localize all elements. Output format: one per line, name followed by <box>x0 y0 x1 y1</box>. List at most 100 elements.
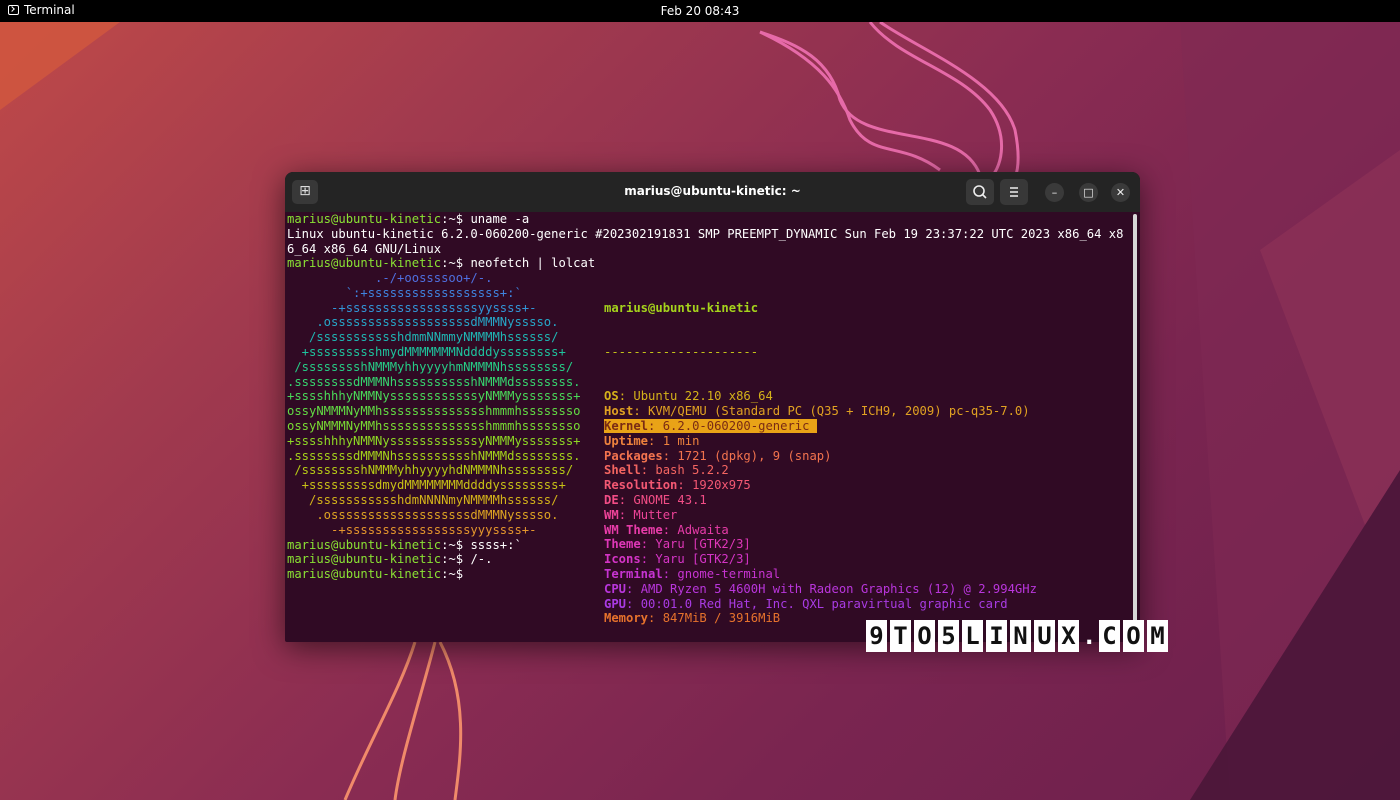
close-button[interactable]: ✕ <box>1111 183 1130 202</box>
maximize-button[interactable]: □ <box>1079 183 1098 202</box>
command: /-. <box>470 552 493 567</box>
logo-line: -+sssssssssssssssssyyyssss+- <box>287 522 537 537</box>
info-row: Theme: Yaru [GTK2/3] <box>604 537 751 551</box>
logo-line: `:+ssssssssssssssssss+:` <box>287 285 522 300</box>
info-line: DE: GNOME 43.1 <box>604 493 1037 508</box>
info-label: Host <box>604 404 634 419</box>
tail-lines: marius@ubuntu-kinetic:~$ ssss+:` marius@… <box>287 538 522 582</box>
logo-line: /ssssssssssshdmNNNNmyNMMMMhssssss/ <box>287 492 559 507</box>
watermark-char: M <box>1147 620 1168 652</box>
info-row: Shell: bash 5.2.2 <box>604 463 729 477</box>
info-label: CPU <box>604 581 627 596</box>
prompt-user: marius@ubuntu-kinetic <box>287 567 442 582</box>
logo-line: +sssshhhyNMMNyssssssssssssyNMMMysssssss+ <box>287 433 581 448</box>
info-label: Theme <box>604 537 641 552</box>
logo-line: /ssssssssssshdmmNNmmyNMMMMhssssss/ <box>287 330 559 345</box>
info-colon: : <box>640 552 656 567</box>
info-row: Terminal: gnome-terminal <box>604 567 780 581</box>
watermark-logo: 9TO5LINUX.COM <box>866 620 1168 652</box>
watermark-char: C <box>1099 620 1120 652</box>
info-value: Yaru [GTK2/3] <box>655 552 751 567</box>
info-label: OS <box>604 389 619 404</box>
logo-line: +ssssssssshmydMMMMMMMNddddyssssssss+ <box>287 344 566 359</box>
prompt-separator: :~$ <box>441 256 471 271</box>
info-value: 847MiB / 3916MiB <box>662 611 781 626</box>
info-label: Terminal <box>604 566 663 581</box>
clock[interactable]: Feb 20 08:43 <box>0 4 1400 18</box>
info-value: 00:01.0 Red Hat, Inc. QXL paravirtual gr… <box>640 596 1008 611</box>
info-colon: : <box>677 478 693 493</box>
logo-line: -+ssssssssssssssssssyyssss+- <box>287 300 537 315</box>
terminal-line: marius@ubuntu-kinetic:~$ neofetch | lolc… <box>287 256 1127 271</box>
info-row: WM Theme: Adwaita <box>604 523 729 537</box>
info-row: Memory: 847MiB / 3916MiB <box>604 611 780 625</box>
command: uname -a <box>470 212 530 226</box>
info-colon: : <box>640 537 656 552</box>
scrollbar[interactable] <box>1133 214 1137 634</box>
header-bar: ⊞ marius@ubuntu-kinetic: ~ – □ ✕ <box>285 172 1140 212</box>
info-row: Packages: 1721 (dpkg), 9 (snap) <box>604 449 831 463</box>
info-line: CPU: AMD Ryzen 5 4600H with Radeon Graph… <box>604 582 1037 597</box>
info-colon: : <box>633 404 649 419</box>
command: neofetch | lolcat <box>470 256 596 271</box>
info-label: Resolution <box>604 478 678 493</box>
prompt-user: marius@ubuntu-kinetic <box>287 552 442 567</box>
menu-button[interactable] <box>1000 179 1028 205</box>
info-colon: : <box>618 507 634 522</box>
watermark-char: U <box>1034 620 1055 652</box>
top-bar: Terminal Feb 20 08:43 <box>0 0 1400 22</box>
info-value: 1920x975 <box>692 478 751 493</box>
info-colon: : <box>648 433 663 448</box>
logo-line: .ssssssssdMMMNhsssssssssshNMMMdssssssss. <box>287 448 581 463</box>
info-colon: : <box>662 566 678 581</box>
info-label: Icons <box>604 552 641 567</box>
terminal-line: marius@ubuntu-kinetic:~$ uname -a <box>287 212 1127 227</box>
info-line: WM Theme: Adwaita <box>604 523 1037 538</box>
info-colon: : <box>618 492 634 507</box>
info-colon: : <box>626 596 641 611</box>
prompt-separator: :~$ <box>441 567 471 582</box>
info-line: Theme: Yaru [GTK2/3] <box>604 537 1037 552</box>
search-icon <box>973 185 987 199</box>
hamburger-menu-icon <box>1010 187 1018 197</box>
terminal-line: marius@ubuntu-kinetic:~$ /-. <box>287 552 522 567</box>
terminal-output[interactable]: marius@ubuntu-kinetic:~$ uname -a Linux … <box>287 212 1127 642</box>
info-value: Yaru [GTK2/3] <box>655 537 751 552</box>
watermark-char: I <box>986 620 1007 652</box>
prompt-user: marius@ubuntu-kinetic <box>287 256 442 271</box>
info-line: WM: Mutter <box>604 508 1037 523</box>
info-value: Adwaita <box>677 522 729 537</box>
info-label: DE <box>604 492 619 507</box>
search-button[interactable] <box>966 179 994 205</box>
info-label: WM <box>604 507 619 522</box>
info-colon: : <box>662 448 678 463</box>
terminal-line: marius@ubuntu-kinetic:~$ ssss+:` <box>287 538 522 553</box>
info-colon: : <box>626 581 641 596</box>
logo-line: +sssshhhyNMMNyssssssssssssyNMMMysssssss+ <box>287 389 581 404</box>
info-line: Host: KVM/QEMU (Standard PC (Q35 + ICH9,… <box>604 404 1037 419</box>
logo-line: /sssssssshNMMMyhhyyyyhmNMMMNhssssssss/ <box>287 359 574 374</box>
info-row: Resolution: 1920x975 <box>604 478 751 492</box>
logo-line: ossyNMMMNyMMhsssssssssssssshmmmhssssssso <box>287 404 581 419</box>
info-row: CPU: AMD Ryzen 5 4600H with Radeon Graph… <box>604 582 1037 596</box>
info-line: Packages: 1721 (dpkg), 9 (snap) <box>604 449 1037 464</box>
logo-line: .ssssssssdMMMNhsssssssssshNMMMdssssssss. <box>287 374 581 389</box>
watermark-char: 5 <box>938 620 959 652</box>
neofetch-info: marius@ubuntu-kinetic ------------------… <box>604 271 1037 626</box>
info-line: Terminal: gnome-terminal <box>604 567 1037 582</box>
info-row: GPU: 00:01.0 Red Hat, Inc. QXL paravirtu… <box>604 597 1008 611</box>
terminal-window: ⊞ marius@ubuntu-kinetic: ~ – □ ✕ marius@… <box>285 172 1140 642</box>
logo-line: /sssssssshNMMMyhhyyyyhdNMMMNhssssssss/ <box>287 463 574 478</box>
info-label: Memory <box>604 611 649 626</box>
info-row: DE: GNOME 43.1 <box>604 493 707 507</box>
info-value: 6.2.0-060200-generic <box>662 418 810 433</box>
watermark-char: T <box>890 620 911 652</box>
watermark-char: . <box>1082 622 1097 650</box>
minimize-button[interactable]: – <box>1045 183 1064 202</box>
info-line: OS: Ubuntu 22.10 x86_64 <box>604 389 1037 404</box>
info-row: Kernel: 6.2.0-060200-generic <box>604 418 817 433</box>
logo-line: .osssssssssssssssssssdMMMNysssso. <box>287 315 559 330</box>
watermark-char: 9 <box>866 620 887 652</box>
logo-line: .-/+oossssoo+/-. <box>287 271 493 285</box>
command: ssss+:` <box>470 537 522 552</box>
